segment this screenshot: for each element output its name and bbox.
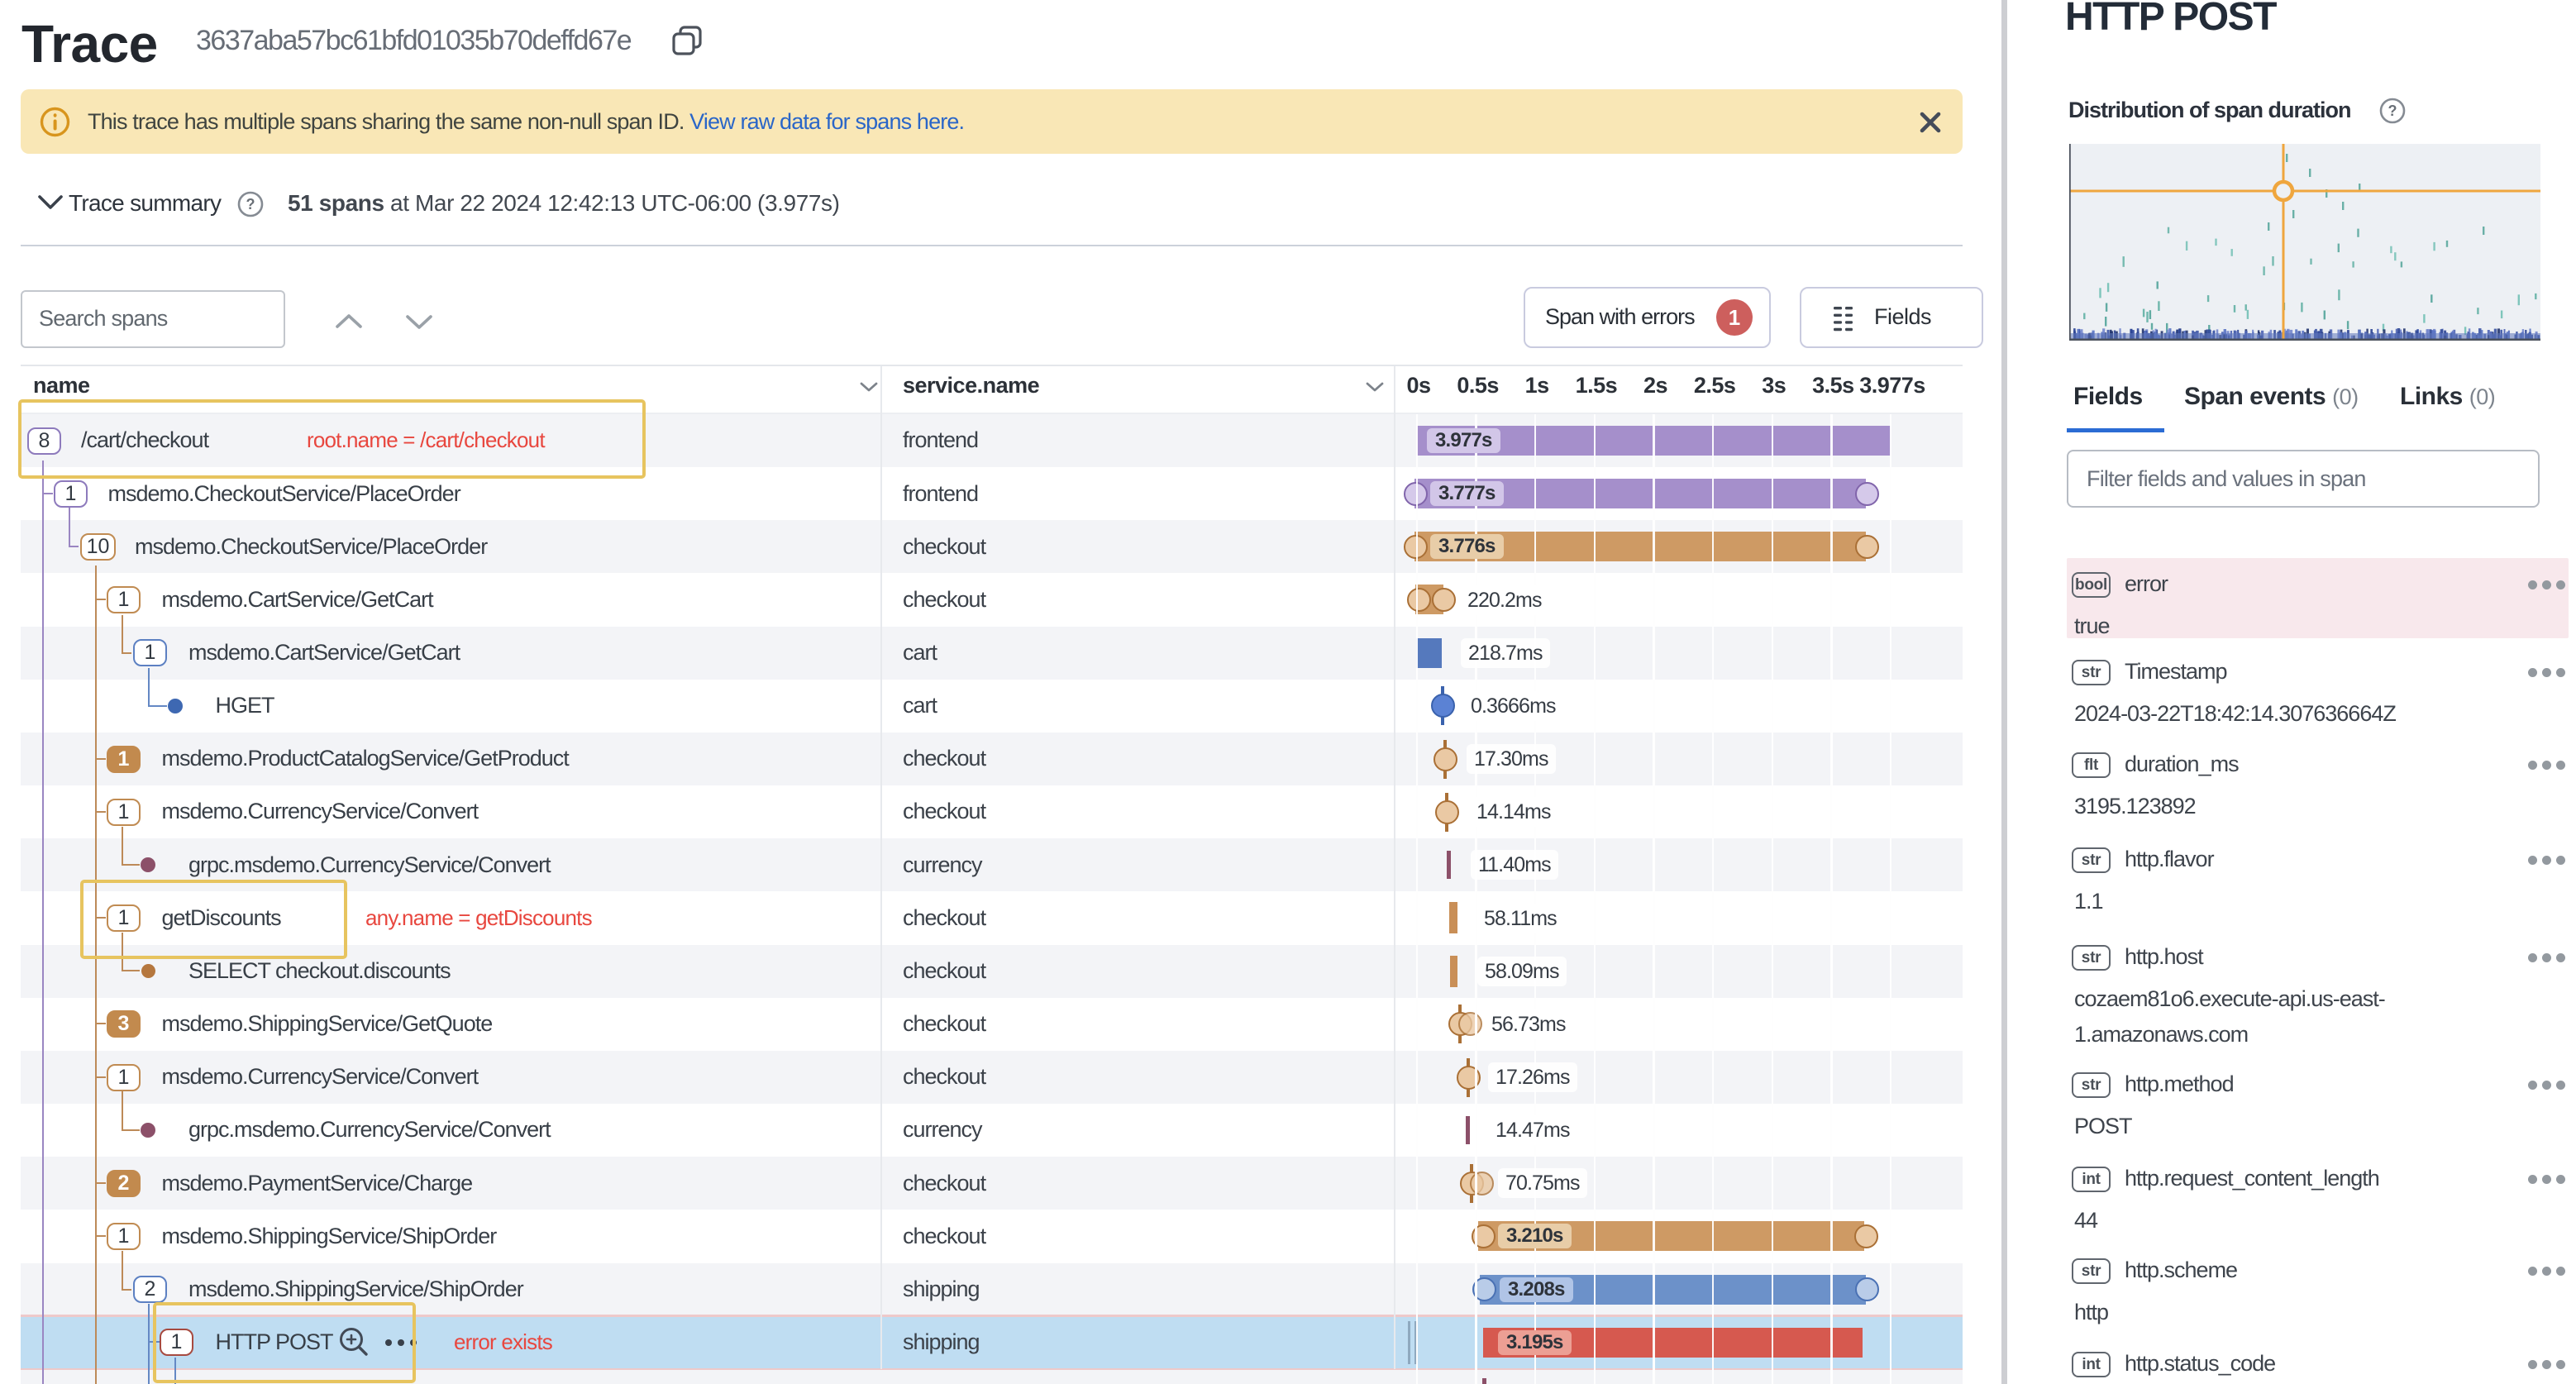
svg-text:?: ? (246, 196, 255, 212)
svg-text:?: ? (2388, 103, 2397, 119)
